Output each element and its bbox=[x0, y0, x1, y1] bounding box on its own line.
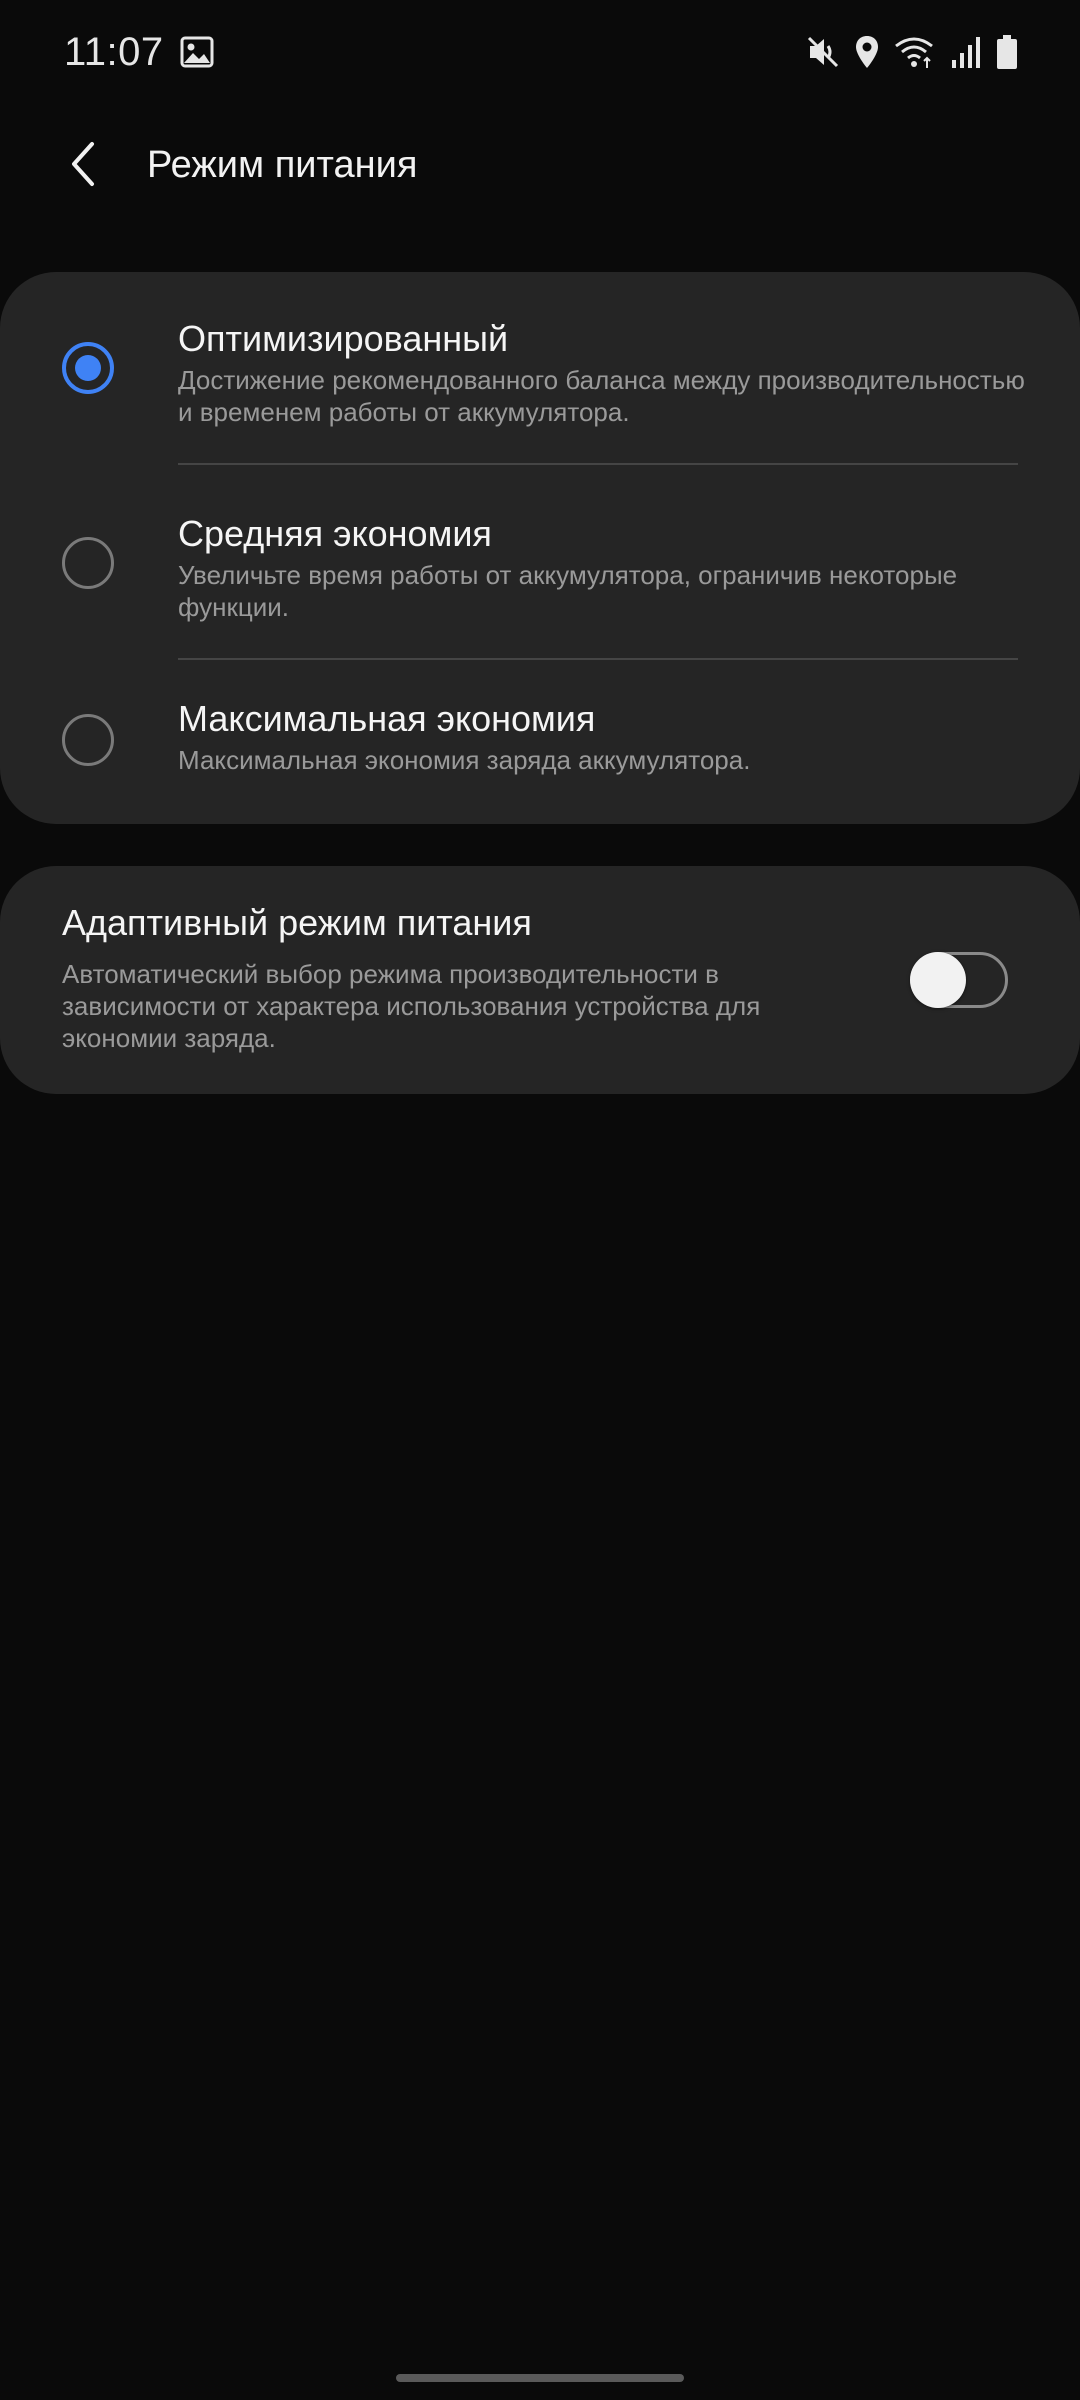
toggle-knob[interactable] bbox=[910, 952, 966, 1008]
page-title: Режим питания bbox=[147, 144, 418, 186]
status-icons bbox=[806, 30, 1018, 74]
power-mode-maximum[interactable]: Максимальная экономия Максимальная эконо… bbox=[0, 662, 1080, 824]
radio-selected-dot bbox=[75, 355, 101, 381]
gallery-icon bbox=[180, 36, 214, 68]
option-title: Максимальная экономия bbox=[178, 698, 596, 739]
radio-medium[interactable] bbox=[62, 537, 114, 589]
mute-icon bbox=[806, 34, 840, 70]
app-bar: Режим питания bbox=[0, 108, 1080, 228]
divider bbox=[178, 463, 1018, 465]
back-button[interactable] bbox=[44, 126, 124, 206]
battery-icon bbox=[996, 34, 1018, 70]
status-bar: 11:07 bbox=[0, 0, 1080, 108]
power-mode-optimized[interactable]: Оптимизированный Достижение рекомендован… bbox=[0, 272, 1080, 466]
navigation-handle[interactable] bbox=[396, 2374, 684, 2382]
adaptive-toggle[interactable] bbox=[910, 952, 1008, 1008]
status-time: 11:07 bbox=[64, 30, 164, 74]
radio-optimized[interactable] bbox=[62, 342, 114, 394]
adaptive-description: Автоматический выбор режима производител… bbox=[62, 959, 761, 1053]
option-title: Оптимизированный bbox=[178, 318, 509, 359]
option-description: Достижение рекомендованного баланса межд… bbox=[178, 365, 1025, 427]
radio-maximum[interactable] bbox=[62, 714, 114, 766]
divider bbox=[178, 658, 1018, 660]
wifi-icon bbox=[894, 34, 936, 70]
signal-icon bbox=[950, 34, 982, 70]
adaptive-title: Адаптивный режим питания bbox=[62, 902, 532, 943]
power-mode-medium[interactable]: Средняя экономия Увеличьте время работы … bbox=[0, 467, 1080, 661]
option-title: Средняя экономия bbox=[178, 513, 492, 554]
adaptive-power-card[interactable]: Адаптивный режим питания Автоматический … bbox=[0, 866, 1080, 1094]
power-mode-card: Оптимизированный Достижение рекомендован… bbox=[0, 272, 1080, 824]
back-arrow-icon bbox=[64, 140, 104, 193]
option-description: Максимальная экономия заряда аккумулятор… bbox=[178, 745, 751, 775]
location-icon bbox=[854, 34, 880, 70]
option-description: Увеличьте время работы от аккумулятора, … bbox=[178, 560, 958, 622]
